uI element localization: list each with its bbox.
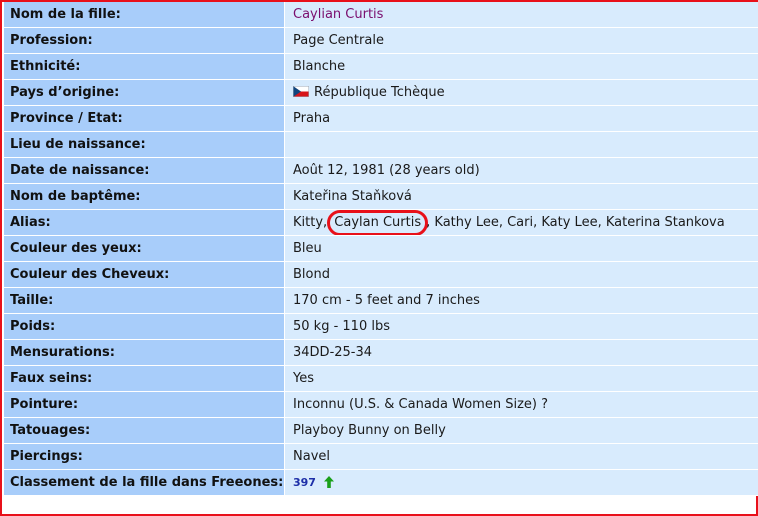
birthplace-label: Lieu de naissance:: [4, 132, 285, 158]
eye-color-value: Bleu: [285, 236, 758, 262]
hair-color-label: Couleur des Cheveux:: [4, 262, 285, 288]
name-value: Caylian Curtis: [285, 2, 758, 28]
fake-boobs-label: Faux seins:: [4, 366, 285, 392]
piercings-value: Navel: [285, 444, 758, 470]
alias-value: Kitty, Caylan Curtis, Kathy Lee, Cari, K…: [285, 210, 758, 236]
czech-flag-icon: [293, 86, 309, 97]
table-row: Couleur des Cheveux: Blond: [4, 262, 758, 288]
table-row: Taille: 170 cm - 5 feet and 7 inches: [4, 288, 758, 314]
country-name: République Tchèque: [314, 85, 445, 100]
table-row: Profession: Page Centrale: [4, 28, 758, 54]
table-row: Classement de la fille dans Freeones: 39…: [4, 470, 758, 496]
name-link[interactable]: Caylian Curtis: [293, 7, 383, 22]
fake-boobs-value: Yes: [285, 366, 758, 392]
birthdate-label: Date de naissance:: [4, 158, 285, 184]
green-up-arrow-icon: [324, 476, 335, 488]
tattoos-label: Tatouages:: [4, 418, 285, 444]
table-row: Tatouages: Playboy Bunny on Belly: [4, 418, 758, 444]
birth-name-label: Nom de baptême:: [4, 184, 285, 210]
country-label: Pays d’origine:: [4, 80, 285, 106]
ethnicity-value: Blanche: [285, 54, 758, 80]
ethnicity-label: Ethnicité:: [4, 54, 285, 80]
height-label: Taille:: [4, 288, 285, 314]
birthdate-value: Août 12, 1981 (28 years old): [285, 158, 758, 184]
alias-highlight-circle: Caylan Curtis: [327, 210, 429, 235]
shoe-size-label: Pointure:: [4, 392, 285, 418]
weight-label: Poids:: [4, 314, 285, 340]
alias-prefix: Kitty,: [293, 214, 332, 230]
profession-label: Profession:: [4, 28, 285, 54]
table-row: Poids: 50 kg - 110 lbs: [4, 314, 758, 340]
table-row: Mensurations: 34DD-25-34: [4, 340, 758, 366]
province-label: Province / Etat:: [4, 106, 285, 132]
table-row: Piercings: Navel: [4, 444, 758, 470]
piercings-label: Piercings:: [4, 444, 285, 470]
rank-label: Classement de la fille dans Freeones:: [4, 470, 285, 496]
alias-label: Alias:: [4, 210, 285, 236]
height-value: 170 cm - 5 feet and 7 inches: [285, 288, 758, 314]
name-label: Nom de la fille:: [4, 2, 285, 28]
table-row: Nom de baptême: Kateřina Staňková: [4, 184, 758, 210]
table-row: Faux seins: Yes: [4, 366, 758, 392]
birth-name-value: Kateřina Staňková: [285, 184, 758, 210]
bio-table: Nom de la fille: Caylian Curtis Professi…: [4, 2, 758, 496]
table-row: Couleur des yeux: Bleu: [4, 236, 758, 262]
measurements-label: Mensurations:: [4, 340, 285, 366]
hair-color-value: Blond: [285, 262, 758, 288]
alias-highlighted: Caylan Curtis: [334, 214, 422, 230]
rank-value: 397: [285, 470, 758, 496]
weight-value: 50 kg - 110 lbs: [285, 314, 758, 340]
table-row: Province / Etat: Praha: [4, 106, 758, 132]
screenshot-frame: Nom de la fille: Caylian Curtis Professi…: [0, 0, 758, 516]
country-value: République Tchèque: [285, 80, 758, 106]
province-value: Praha: [285, 106, 758, 132]
alias-suffix: , Kathy Lee, Cari, Katy Lee, Katerina St…: [426, 214, 725, 230]
table-row: Pointure: Inconnu (U.S. & Canada Women S…: [4, 392, 758, 418]
table-row: Alias: Kitty, Caylan Curtis, Kathy Lee, …: [4, 210, 758, 236]
tattoos-value: Playboy Bunny on Belly: [285, 418, 758, 444]
shoe-size-value: Inconnu (U.S. & Canada Women Size) ?: [285, 392, 758, 418]
table-row: Nom de la fille: Caylian Curtis: [4, 2, 758, 28]
table-row: Date de naissance: Août 12, 1981 (28 yea…: [4, 158, 758, 184]
table-row: Pays d’origine: République Tchèque: [4, 80, 758, 106]
measurements-value: 34DD-25-34: [285, 340, 758, 366]
table-row: Lieu de naissance:: [4, 132, 758, 158]
table-row: Ethnicité: Blanche: [4, 54, 758, 80]
eye-color-label: Couleur des yeux:: [4, 236, 285, 262]
birthplace-value: [285, 132, 758, 158]
rank-number-link[interactable]: 397: [293, 476, 316, 489]
profession-value: Page Centrale: [285, 28, 758, 54]
